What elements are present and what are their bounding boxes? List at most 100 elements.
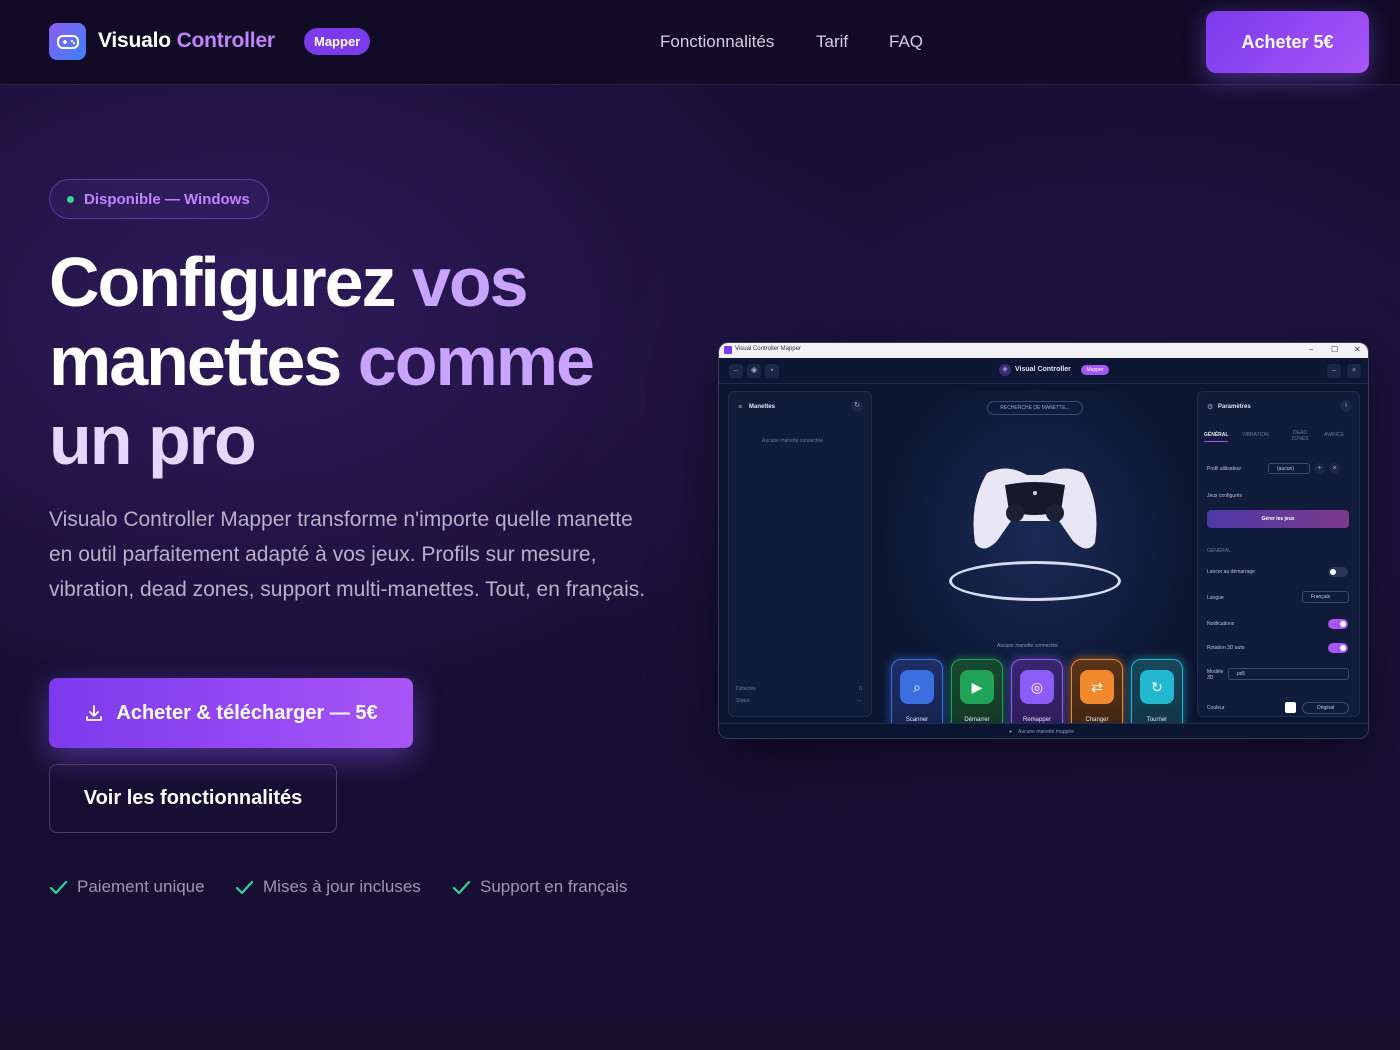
tab-advanced: AVANCÉ xyxy=(1324,432,1344,438)
perk-label: Mises à jour incluses xyxy=(263,877,421,896)
check-icon xyxy=(452,880,471,894)
headline-line2-purple: comme xyxy=(357,322,595,400)
play-icon: ▶ xyxy=(960,670,994,704)
settings-title: Paramètres xyxy=(1218,404,1251,410)
color-label: Couleur xyxy=(1207,705,1225,711)
close-icon: × xyxy=(1347,364,1361,378)
status-text: Aucune manette mappée xyxy=(1018,729,1074,735)
rotate-icon: ↻ xyxy=(1140,670,1174,704)
buy-download-button[interactable]: Acheter & télécharger — 5€ xyxy=(49,678,413,748)
search-pill: RECHERCHE DE MANETTE... xyxy=(987,401,1083,415)
perk-label: Support en français xyxy=(480,877,628,896)
gamepad-logo-icon[interactable] xyxy=(49,23,86,60)
refresh-icon: ↻ xyxy=(851,400,863,412)
menu-icon: ≡ xyxy=(738,404,743,411)
headline-line2-white: manettes xyxy=(49,322,358,400)
next-section-edge xyxy=(0,1018,1400,1050)
model-select: ps5 xyxy=(1228,668,1349,680)
top-nav: Visualo Controller Mapper Fonctionnalité… xyxy=(0,0,1400,85)
perk-label: Paiement unique xyxy=(77,877,205,896)
check-icon xyxy=(49,880,68,894)
availability-text: Disponible — Windows xyxy=(84,190,250,208)
detected-value: 0 xyxy=(859,686,862,692)
toggle-knob xyxy=(1340,621,1346,627)
platform-ring xyxy=(949,561,1121,601)
search-icon: ⌕ xyxy=(900,670,934,704)
perk-item: Paiement unique xyxy=(49,877,205,897)
maximize-icon: ☐ xyxy=(1331,345,1339,354)
empty-controllers-text: Aucune manette connectée xyxy=(762,438,823,444)
profile-label: Profil utilisateur xyxy=(1207,466,1242,472)
controllers-panel: ≡ Manettes ↻ Aucune manette connectée Dé… xyxy=(728,391,872,717)
headline-line3: un pro xyxy=(49,401,257,479)
status-dot-icon: ● xyxy=(1009,729,1013,735)
color-swatch xyxy=(1285,702,1296,713)
nav-link-faq[interactable]: FAQ xyxy=(889,32,923,52)
color-select: Original xyxy=(1302,702,1349,714)
section-label: GÉNÉRAL xyxy=(1207,548,1231,554)
brand-name-part1: Visualo xyxy=(98,29,171,52)
gamepad-icon: ◉ xyxy=(747,364,761,378)
language-label: Langue xyxy=(1207,595,1224,601)
language-select: Français xyxy=(1302,591,1349,603)
headline-line1-white: Configurez xyxy=(49,243,412,321)
mapper-badge: Mapper xyxy=(304,28,371,55)
games-label: Jeux configurés xyxy=(1207,493,1243,499)
swap-icon: ⇄ xyxy=(1080,670,1114,704)
info-icon: i xyxy=(1340,400,1352,412)
detected-label: Détectée xyxy=(736,686,757,692)
controller-viewer: RECHERCHE DE MANETTE... Aucune manette c… xyxy=(881,391,1193,738)
back-icon: ← xyxy=(729,364,743,378)
app-statusbar: ● Aucune manette mappée xyxy=(719,723,1368,738)
no-controller-text: Aucune manette connectée xyxy=(997,643,1058,649)
app-header: ← ◉ ▪ ◈ Visual Controller Mapper – × xyxy=(719,358,1368,384)
close-icon: ✕ xyxy=(1354,345,1361,354)
gamepad-icon: ◎ xyxy=(1020,670,1054,704)
app-brand: Visual Controller xyxy=(1015,366,1071,373)
headline-line1-purple: vos xyxy=(411,243,529,321)
add-icon: + xyxy=(1314,463,1325,474)
hero-headline: Configurez vos manettes comme un pro xyxy=(49,243,689,480)
nav-link-features[interactable]: Fonctionnalités xyxy=(660,32,774,52)
tab-dead-zones: DEAD ZONES xyxy=(1291,430,1309,442)
buy-button[interactable]: Acheter 5€ xyxy=(1206,11,1369,73)
minimize-icon: – xyxy=(1327,364,1341,378)
availability-badge: Disponible — Windows xyxy=(49,179,269,219)
model-label: Modèle 3D xyxy=(1207,669,1224,681)
delete-icon: × xyxy=(1329,463,1340,474)
profile-select: (aucun) xyxy=(1268,463,1310,474)
brand-name[interactable]: Visualo Controller xyxy=(98,29,275,53)
hero-description: Visualo Controller Mapper transforme n'i… xyxy=(49,508,646,601)
rotation-toggle xyxy=(1328,643,1348,653)
folder-icon: ▪ xyxy=(765,364,779,378)
buy-download-label: Acheter & télécharger — 5€ xyxy=(116,701,378,724)
gear-icon: ⚙ xyxy=(1207,404,1214,411)
notifications-toggle xyxy=(1328,619,1348,629)
setting-label: Lancer au démarrage xyxy=(1207,569,1255,575)
brand-name-part2: Controller xyxy=(176,29,276,52)
controllers-title: Manettes xyxy=(749,404,776,410)
perk-item: Mises à jour incluses xyxy=(235,877,421,897)
app-screenshot: Visual Controller Mapper – ☐ ✕ ← ◉ ▪ ◈ V… xyxy=(718,342,1369,739)
brand-icon: ◈ xyxy=(999,364,1011,376)
app-badge: Mapper xyxy=(1081,365,1109,375)
startup-toggle xyxy=(1328,567,1348,577)
toggle-knob xyxy=(1330,569,1336,575)
tab-vibration: VIBRATION xyxy=(1242,432,1269,438)
tab-general: GÉNÉRAL xyxy=(1204,432,1229,442)
perk-item: Support en français xyxy=(452,877,627,897)
check-icon xyxy=(235,880,254,894)
window-titlebar: Visual Controller Mapper – ☐ ✕ xyxy=(719,343,1368,358)
settings-panel: ⚙ Paramètres i GÉNÉRAL VIBRATION DEAD ZO… xyxy=(1197,391,1360,717)
nav-link-pricing[interactable]: Tarif xyxy=(816,32,848,52)
app-icon xyxy=(724,346,732,354)
status-label: Statut xyxy=(736,698,750,704)
toggle-knob xyxy=(1340,645,1346,651)
status-value: — xyxy=(857,698,862,704)
setting-label: Rotation 3D auto xyxy=(1207,645,1245,651)
see-features-button[interactable]: Voir les fonctionnalités xyxy=(49,764,337,833)
status-dot-icon xyxy=(67,195,74,203)
download-icon xyxy=(86,705,103,721)
manage-games-button: Gérer les jeux xyxy=(1207,510,1349,528)
minimize-icon: – xyxy=(1309,345,1314,354)
